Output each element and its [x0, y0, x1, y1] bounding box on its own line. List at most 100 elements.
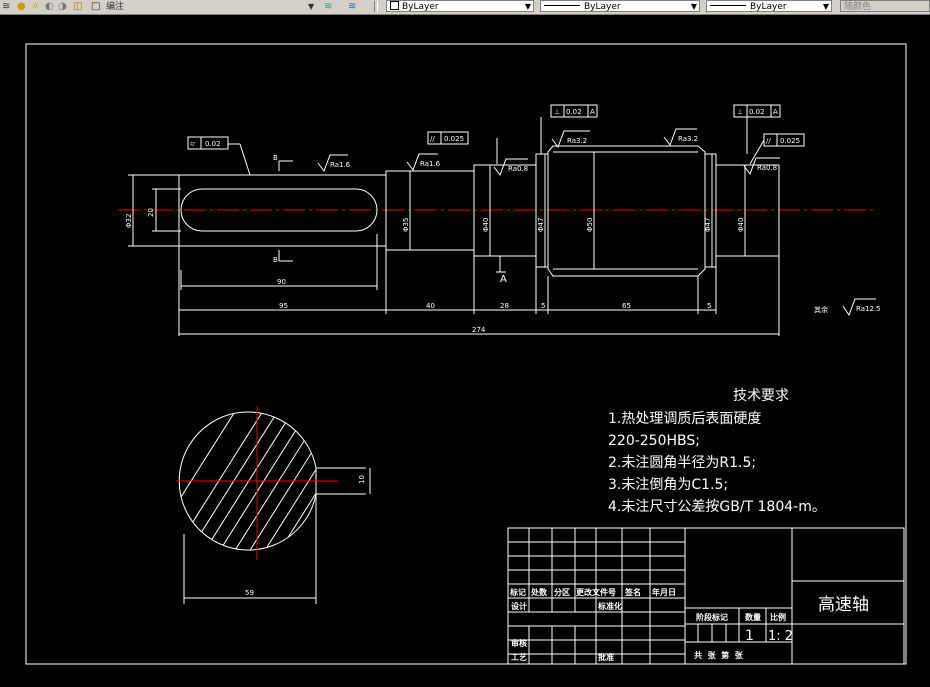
svg-text:年月日: 年月日	[652, 587, 676, 597]
svg-text://: //	[766, 137, 771, 145]
svg-text:阶段标记: 阶段标记	[696, 612, 728, 622]
note-line-5: 4.未注尺寸公差按GB/T 1804-m。	[608, 499, 826, 515]
svg-text:Ra0.8: Ra0.8	[508, 165, 528, 173]
svg-text:Ra12.5: Ra12.5	[856, 305, 881, 313]
technical-notes: 技术要求 1.热处理调质后表面硬度 220-250HBS; 2.未注圆角半径为R…	[608, 388, 826, 515]
svg-text:95: 95	[279, 302, 288, 310]
svg-text:274: 274	[472, 326, 486, 334]
plot-style-value: 随颜色	[844, 2, 872, 12]
svg-text:Φ40: Φ40	[482, 218, 490, 232]
shaft-main-view	[118, 117, 876, 336]
svg-text:分区: 分区	[554, 587, 570, 597]
svg-text:B: B	[273, 256, 278, 264]
svg-text:20: 20	[147, 208, 155, 217]
layer-dropdown-icon[interactable]: ▼	[308, 1, 314, 13]
svg-text:共 张 第 张: 共 张 第 张	[694, 650, 744, 660]
svg-text:Ra1.6: Ra1.6	[330, 161, 351, 169]
color-swatch-icon	[390, 1, 399, 10]
svg-text:Φ40: Φ40	[737, 218, 745, 232]
svg-text:Φ47: Φ47	[704, 218, 712, 232]
chevron-down-icon: ▼	[690, 2, 697, 11]
svg-text:处数: 处数	[530, 587, 548, 597]
svg-text:0.025: 0.025	[444, 135, 464, 143]
make-current-icon[interactable]: ◫	[73, 1, 82, 13]
color-combo-value: ByLayer	[402, 2, 439, 12]
svg-text:0.02: 0.02	[749, 108, 765, 116]
svg-text:⌭: ⌭	[190, 140, 195, 148]
svg-text:A: A	[500, 274, 507, 285]
svg-text:更改文件号: 更改文件号	[576, 587, 616, 597]
svg-text:数量: 数量	[745, 612, 761, 622]
part-name: 高速轴	[818, 595, 869, 615]
svg-text:B: B	[273, 154, 278, 162]
layer-manager-icon[interactable]: ≋	[2, 1, 10, 13]
svg-text:Φ50: Φ50	[586, 218, 594, 232]
sun-icon[interactable]: ☼	[31, 1, 40, 13]
drawing-canvas[interactable]: ⌭ 0.02 // 0.025 ⊥ 0.02 A ⊥ 0.02 A // 0.0…	[0, 14, 930, 683]
svg-text://: //	[430, 135, 435, 143]
properties-toolbar: ≋ ● ☼ ◐ ◑ ◫ □ 编注 ▼ ≋ ≋ ByLayer ▼ ByLayer…	[0, 0, 930, 15]
svg-text:批准: 批准	[598, 652, 614, 662]
svg-text:其余: 其余	[814, 305, 828, 314]
layer-swatch-icon: □	[91, 1, 101, 12]
svg-text:Φ35: Φ35	[402, 218, 410, 232]
svg-text:10: 10	[358, 475, 366, 484]
lightbulb-icon[interactable]: ●	[17, 1, 26, 13]
svg-text:40: 40	[426, 302, 435, 310]
cad-drawing: ⌭ 0.02 // 0.025 ⊥ 0.02 A ⊥ 0.02 A // 0.0…	[25, 43, 907, 665]
svg-text:59: 59	[245, 589, 254, 597]
toolbar-separator	[374, 1, 378, 12]
svg-text:Ra1.6: Ra1.6	[420, 160, 441, 168]
gear-section	[547, 145, 706, 277]
note-line-4: 3.未注倒角为C1.5;	[608, 477, 728, 493]
svg-text:A: A	[773, 108, 778, 116]
layer-previous-icon[interactable]: ≋	[324, 1, 332, 13]
linetype-combo[interactable]: ByLayer ▼	[540, 0, 700, 12]
svg-text:Ra3.2: Ra3.2	[567, 137, 587, 145]
svg-text:0.02: 0.02	[566, 108, 582, 116]
svg-text:比例: 比例	[770, 612, 786, 622]
svg-text:⊥: ⊥	[737, 108, 743, 116]
svg-text:Φ47: Φ47	[537, 218, 545, 232]
lock-icon[interactable]: ◐	[45, 1, 54, 13]
svg-text:标准化: 标准化	[597, 601, 622, 611]
lineweight-combo-value: ByLayer	[750, 2, 787, 12]
note-line-2: 220-250HBS;	[608, 433, 700, 449]
color-combo[interactable]: ByLayer ▼	[386, 0, 534, 12]
linetype-combo-value: ByLayer	[584, 2, 621, 12]
notes-title: 技术要求	[733, 388, 789, 404]
plot-style-combo[interactable]: 随颜色	[840, 0, 930, 12]
svg-text:Ra3.2: Ra3.2	[678, 135, 698, 143]
svg-text:标记: 标记	[509, 587, 526, 597]
layer-states-icon[interactable]: ≋	[348, 1, 356, 13]
svg-text:审核: 审核	[511, 638, 527, 648]
lineweight-combo[interactable]: ByLayer ▼	[706, 0, 832, 12]
svg-text:0.025: 0.025	[780, 137, 800, 145]
layer-color-icon[interactable]: ◑	[58, 1, 67, 13]
svg-text:设计: 设计	[511, 601, 527, 611]
svg-text:28: 28	[500, 302, 509, 310]
roughness-labels: Ra1.6 Ra1.6 Ra0.8 Ra3.2 Ra3.2 Ra0.8 其余 R…	[330, 135, 881, 314]
svg-text:0.02: 0.02	[205, 140, 221, 148]
chevron-down-icon: ▼	[822, 2, 829, 11]
svg-text:5: 5	[707, 302, 711, 310]
tolerance-text: ⌭ 0.02 // 0.025 ⊥ 0.02 A ⊥ 0.02 A // 0.0…	[190, 108, 800, 148]
linetype-preview	[544, 5, 580, 6]
svg-text:1: 1	[745, 628, 754, 644]
svg-text:1: 2: 1: 2	[768, 629, 793, 644]
lineweight-preview	[710, 5, 746, 6]
section-view	[176, 406, 371, 604]
note-line-3: 2.未注圆角半径为R1.5;	[608, 455, 756, 471]
sheet-border	[25, 43, 907, 665]
svg-text:签名: 签名	[624, 587, 641, 597]
layer-name[interactable]: 编注	[106, 1, 124, 13]
tolerance-frames	[187, 104, 805, 150]
svg-text:90: 90	[277, 278, 286, 286]
svg-text:Φ32: Φ32	[125, 214, 133, 228]
note-line-1: 1.热处理调质后表面硬度	[608, 411, 761, 427]
svg-text:5: 5	[541, 302, 545, 310]
svg-text:65: 65	[622, 302, 631, 310]
chevron-down-icon: ▼	[524, 2, 531, 11]
svg-text:A: A	[590, 108, 595, 116]
svg-text:⊥: ⊥	[554, 108, 560, 116]
